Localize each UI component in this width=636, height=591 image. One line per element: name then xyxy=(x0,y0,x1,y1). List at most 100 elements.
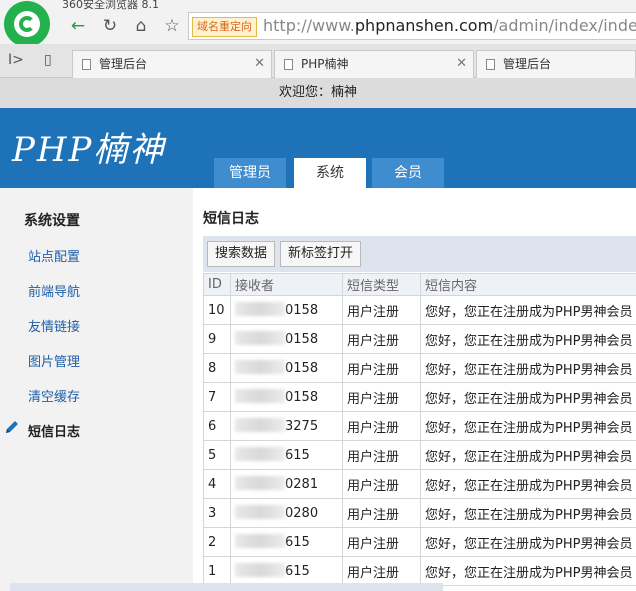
sidebar-item-clear-cache[interactable]: 清空缓存 xyxy=(28,386,80,405)
column-header-content[interactable]: 短信内容 xyxy=(420,273,636,296)
tab-admins[interactable]: 管理员 xyxy=(214,158,286,188)
table-row[interactable]: 9 0158 用户注册 您好，您正在注册成为PHP男神会员 xyxy=(203,324,636,354)
cell-content: 您好，您正在注册成为PHP男神会员 xyxy=(420,411,636,441)
redacted-number xyxy=(235,505,285,519)
cell-content: 您好，您正在注册成为PHP男神会员 xyxy=(420,498,636,528)
site-header: PHP楠神 管理员 系统 会员 xyxy=(0,108,636,188)
tab-members[interactable]: 会员 xyxy=(372,158,444,188)
table-row[interactable]: 3 0280 用户注册 您好，您正在注册成为PHP男神会员 xyxy=(203,498,636,528)
page-icon xyxy=(82,59,91,70)
cell-content: 您好，您正在注册成为PHP男神会员 xyxy=(420,556,636,586)
cell-content: 您好，您正在注册成为PHP男神会员 xyxy=(420,527,636,557)
cell-content: 您好，您正在注册成为PHP男神会员 xyxy=(420,440,636,470)
page-icon xyxy=(486,59,495,70)
redacted-number xyxy=(235,302,285,316)
cell-id: 8 xyxy=(203,353,231,383)
cell-receiver: 615 xyxy=(230,527,343,557)
cell-receiver: 615 xyxy=(230,440,343,470)
browser-tab-3[interactable]: 管理后台 xyxy=(476,50,636,78)
cell-type: 用户注册 xyxy=(342,353,421,383)
table-footer-bar xyxy=(10,583,443,591)
browser-logo-icon xyxy=(4,1,50,47)
table-row[interactable]: 7 0158 用户注册 您好，您正在注册成为PHP男神会员 xyxy=(203,382,636,412)
browser-tab-1[interactable]: 管理后台 ✕ xyxy=(72,50,272,78)
tab-system[interactable]: 系统 xyxy=(294,158,366,188)
cell-type: 用户注册 xyxy=(342,498,421,528)
cell-id: 3 xyxy=(203,498,231,528)
cell-content: 您好，您正在注册成为PHP男神会员 xyxy=(420,469,636,499)
page-title: 短信日志 xyxy=(203,211,259,227)
browser-tab-strip: I> ▯ 管理后台 ✕ PHP楠神 ✕ 管理后台 xyxy=(0,44,636,78)
cell-type: 用户注册 xyxy=(342,556,421,586)
sidebar-item-frontend-nav[interactable]: 前端导航 xyxy=(28,281,80,300)
table-row[interactable]: 5 615 用户注册 您好，您正在注册成为PHP男神会员 xyxy=(203,440,636,470)
main-panel: 短信日志 搜索数据 新标签打开 ID 接收者 短信类型 短信内容 10 0158 用… xyxy=(193,188,636,591)
redacted-number xyxy=(235,476,285,490)
column-header-type[interactable]: 短信类型 xyxy=(342,273,421,296)
close-icon[interactable]: ✕ xyxy=(254,51,265,77)
cell-type: 用户注册 xyxy=(342,469,421,499)
home-icon[interactable]: ⌂ xyxy=(129,14,153,38)
star-icon[interactable]: ☆ xyxy=(160,14,184,38)
sidebar-item-sms-log[interactable]: 短信日志 xyxy=(28,421,80,440)
cell-receiver: 0158 xyxy=(230,353,343,383)
column-header-receiver[interactable]: 接收者 xyxy=(230,273,343,296)
cell-type: 用户注册 xyxy=(342,295,421,325)
url-text[interactable]: http://www.phpnanshen.com/admin/index/in… xyxy=(263,16,636,36)
phone-icon[interactable]: ▯ xyxy=(44,52,52,68)
table-row[interactable]: 1 615 用户注册 您好，您正在注册成为PHP男神会员 xyxy=(203,556,636,586)
table-row[interactable]: 2 615 用户注册 您好，您正在注册成为PHP男神会员 xyxy=(203,527,636,557)
table-toolbar: 搜索数据 新标签打开 xyxy=(203,236,636,272)
browser-tab-2[interactable]: PHP楠神 ✕ xyxy=(274,50,474,78)
redacted-number xyxy=(235,563,285,577)
cell-content: 您好，您正在注册成为PHP男神会员 xyxy=(420,295,636,325)
cell-receiver: 3275 xyxy=(230,411,343,441)
table-header-row: ID 接收者 短信类型 短信内容 xyxy=(203,273,636,296)
sidebar-item-site-config[interactable]: 站点配置 xyxy=(28,246,80,265)
close-icon[interactable]: ✕ xyxy=(456,51,467,77)
page-icon xyxy=(284,59,293,70)
table-row[interactable]: 6 3275 用户注册 您好，您正在注册成为PHP男神会员 xyxy=(203,411,636,441)
cell-content: 您好，您正在注册成为PHP男神会员 xyxy=(420,324,636,354)
cell-receiver: 615 xyxy=(230,556,343,586)
column-header-id[interactable]: ID xyxy=(203,273,231,296)
cell-id: 4 xyxy=(203,469,231,499)
sidebar: 系统设置 站点配置 前端导航 友情链接 图片管理 清空缓存 短信日志 xyxy=(0,188,193,591)
cell-id: 10 xyxy=(203,295,231,325)
cell-receiver: 0158 xyxy=(230,382,343,412)
redirect-badge[interactable]: 域名重定向 xyxy=(192,17,257,37)
table-row[interactable]: 8 0158 用户注册 您好，您正在注册成为PHP男神会员 xyxy=(203,353,636,383)
pencil-icon xyxy=(6,421,18,433)
redacted-number xyxy=(235,447,285,461)
sidebar-item-friend-links[interactable]: 友情链接 xyxy=(28,316,80,335)
cell-receiver: 0158 xyxy=(230,295,343,325)
cell-content: 您好，您正在注册成为PHP男神会员 xyxy=(420,382,636,412)
cell-content: 您好，您正在注册成为PHP男神会员 xyxy=(420,353,636,383)
cell-receiver: 0280 xyxy=(230,498,343,528)
table-row[interactable]: 4 0281 用户注册 您好，您正在注册成为PHP男神会员 xyxy=(203,469,636,499)
cell-type: 用户注册 xyxy=(342,440,421,470)
reload-icon[interactable]: ↻ xyxy=(98,14,122,38)
address-bar[interactable]: 域名重定向 http://www.phpnanshen.com/admin/in… xyxy=(188,12,636,40)
cell-receiver: 0158 xyxy=(230,324,343,354)
welcome-bar: 欢迎您：楠神 xyxy=(0,78,636,108)
sidebar-toggle-icon[interactable]: I> xyxy=(8,52,24,68)
sms-log-table: ID 接收者 短信类型 短信内容 10 0158 用户注册 您好，您正在注册成为PHP… xyxy=(203,273,636,586)
cell-id: 9 xyxy=(203,324,231,354)
open-new-tab-button[interactable]: 新标签打开 xyxy=(280,241,362,267)
cell-id: 2 xyxy=(203,527,231,557)
sidebar-item-image-manage[interactable]: 图片管理 xyxy=(28,351,80,370)
back-arrow-icon[interactable]: ← xyxy=(66,14,90,38)
brand-logo: PHP楠神 xyxy=(12,130,166,170)
cell-type: 用户注册 xyxy=(342,382,421,412)
table-row[interactable]: 10 0158 用户注册 您好，您正在注册成为PHP男神会员 xyxy=(203,295,636,325)
search-data-button[interactable]: 搜索数据 xyxy=(207,241,276,267)
cell-id: 7 xyxy=(203,382,231,412)
cell-type: 用户注册 xyxy=(342,324,421,354)
redacted-number xyxy=(235,331,285,345)
redacted-number xyxy=(235,418,285,432)
redacted-number xyxy=(235,360,285,374)
browser-toolbar: 360安全浏览器 8.1 ← ↻ ⌂ ☆ 域名重定向 http://www.ph… xyxy=(0,0,636,47)
redacted-number xyxy=(235,389,285,403)
cell-type: 用户注册 xyxy=(342,527,421,557)
